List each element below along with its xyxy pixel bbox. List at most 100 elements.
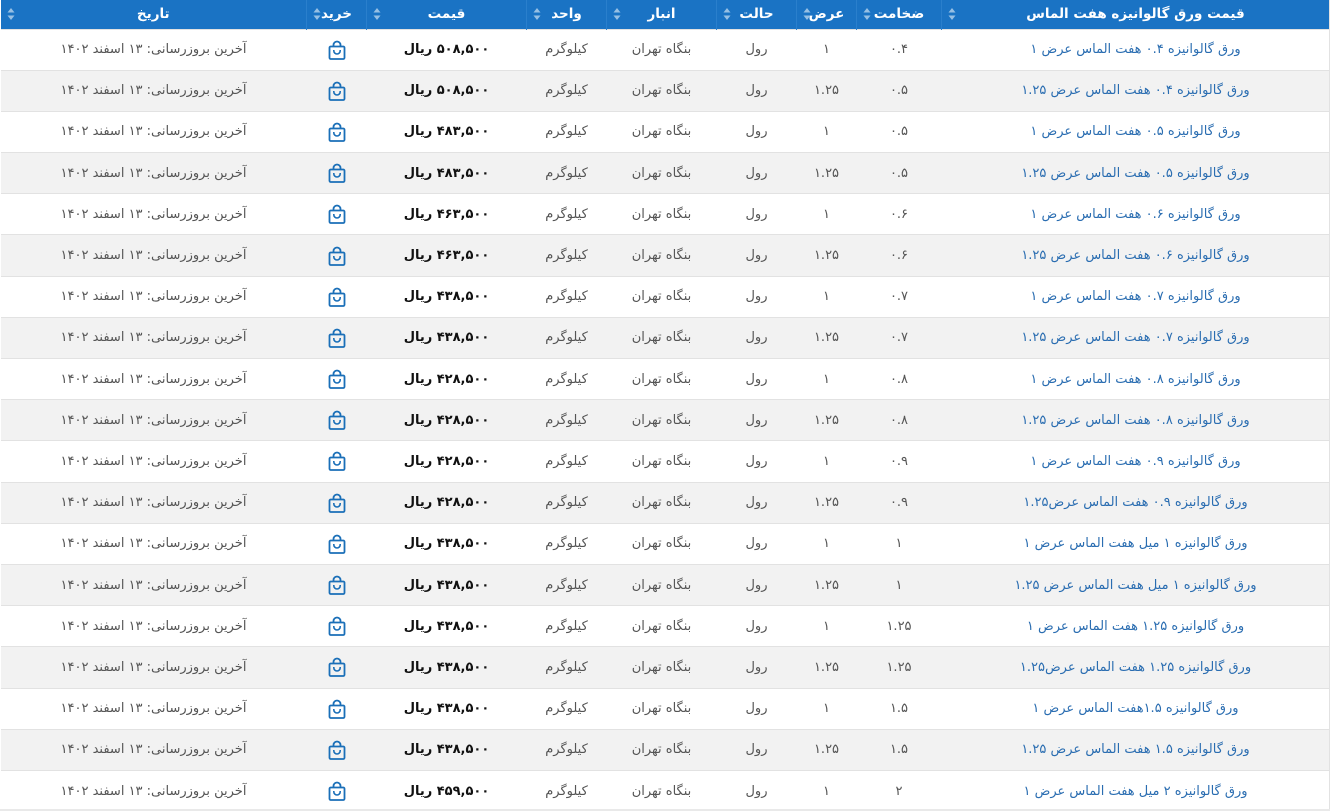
warehouse-cell: بنگاه تهران [607,194,717,235]
date-cell: آخرین بروزرسانی: ۱۳ اسفند ۱۴۰۲ [1,153,307,194]
warehouse-cell: بنگاه تهران [607,359,717,400]
shopping-bag-icon[interactable] [328,451,346,471]
date-cell: آخرین بروزرسانی: ۱۳ اسفند ۱۴۰۲ [1,29,307,70]
width-cell: ۱ [797,770,857,811]
header-warehouse[interactable]: انبار [607,0,717,29]
warehouse-cell: بنگاه تهران [607,770,717,811]
buy-cell [307,359,367,400]
header-price[interactable]: قیمت [367,0,527,29]
table-row: ورق گالوانیزه ۰.۶ هفت الماس عرض ۱۰.۶۱رول… [1,194,1330,235]
product-title-link[interactable]: ورق گالوانیزه ۱ میل هفت الماس عرض ۱ [942,523,1330,564]
shopping-bag-icon[interactable] [328,204,346,224]
buy-cell [307,70,367,111]
header-unit-label: واحد [551,6,582,22]
product-title-link[interactable]: ورق گالوانیزه ۰.۴ هفت الماس عرض ۱ [942,29,1330,70]
product-title-link[interactable]: ورق گالوانیزه ۰.۹ هفت الماس عرض۱.۲۵ [942,482,1330,523]
state-cell: رول [717,194,797,235]
product-title-link[interactable]: ورق گالوانیزه ۱.۲۵ هفت الماس عرض ۱ [942,606,1330,647]
product-title-link[interactable]: ورق گالوانیزه ۰.۸ هفت الماس عرض ۱.۲۵ [942,400,1330,441]
thickness-cell: ۰.۷ [857,317,942,358]
product-title-link[interactable]: ورق گالوانیزه ۱.۵ هفت الماس عرض ۱.۲۵ [942,729,1330,770]
thickness-cell: ۰.۶ [857,235,942,276]
sort-arrows-icon[interactable] [373,7,381,21]
product-title-link[interactable]: ورق گالوانیزه ۰.۷ هفت الماس عرض ۱.۲۵ [942,317,1330,358]
header-unit[interactable]: واحد [527,0,607,29]
sort-arrows-icon[interactable] [533,7,541,21]
sort-arrows-icon[interactable] [948,7,956,21]
product-title-link[interactable]: ورق گالوانیزه ۰.۹ هفت الماس عرض ۱ [942,441,1330,482]
sort-arrows-icon[interactable] [863,7,871,21]
shopping-bag-icon[interactable] [328,740,346,760]
product-title-link[interactable]: ورق گالوانیزه ۰.۷ هفت الماس عرض ۱ [942,276,1330,317]
buy-cell [307,647,367,688]
header-buy[interactable]: خرید [307,0,367,29]
shopping-bag-icon[interactable] [328,287,346,307]
unit-cell: کیلوگرم [527,317,607,358]
warehouse-cell: بنگاه تهران [607,317,717,358]
shopping-bag-icon[interactable] [328,781,346,801]
shopping-bag-icon[interactable] [328,493,346,513]
thickness-cell: ۱.۵ [857,688,942,729]
shopping-bag-icon[interactable] [328,616,346,636]
shopping-bag-icon[interactable] [328,699,346,719]
product-title-link[interactable]: ورق گالوانیزه ۱.۵هفت الماس عرض ۱ [942,688,1330,729]
header-title[interactable]: قیمت ورق گالوانیزه هفت الماس [942,0,1330,29]
product-title-link[interactable]: ورق گالوانیزه ۰.۵ هفت الماس عرض ۱.۲۵ [942,153,1330,194]
width-cell: ۱.۲۵ [797,317,857,358]
state-cell: رول [717,523,797,564]
shopping-bag-icon[interactable] [328,534,346,554]
shopping-bag-icon[interactable] [328,122,346,142]
date-cell: آخرین بروزرسانی: ۱۳ اسفند ۱۴۰۲ [1,688,307,729]
shopping-bag-icon[interactable] [328,575,346,595]
warehouse-cell: بنگاه تهران [607,70,717,111]
price-cell: ۴۳۸,۵۰۰ ریال [367,523,527,564]
thickness-cell: ۱ [857,523,942,564]
shopping-bag-icon[interactable] [328,40,346,60]
header-width[interactable]: عرض [797,0,857,29]
product-title-link[interactable]: ورق گالوانیزه ۱ میل هفت الماس عرض ۱.۲۵ [942,564,1330,605]
buy-cell [307,441,367,482]
product-title-link[interactable]: ورق گالوانیزه ۰.۶ هفت الماس عرض ۱.۲۵ [942,235,1330,276]
buy-cell [307,111,367,152]
product-title-link[interactable]: ورق گالوانیزه ۰.۵ هفت الماس عرض ۱ [942,111,1330,152]
product-title-link[interactable]: ورق گالوانیزه ۰.۸ هفت الماس عرض ۱ [942,359,1330,400]
sort-arrows-icon[interactable] [7,7,15,21]
price-cell: ۴۸۳,۵۰۰ ریال [367,111,527,152]
width-cell: ۱ [797,359,857,400]
header-date[interactable]: تاریخ [1,0,307,29]
product-title-link[interactable]: ورق گالوانیزه ۰.۴ هفت الماس عرض ۱.۲۵ [942,70,1330,111]
date-cell: آخرین بروزرسانی: ۱۳ اسفند ۱۴۰۲ [1,235,307,276]
buy-cell [307,317,367,358]
sort-arrows-icon[interactable] [803,7,811,21]
product-title-link[interactable]: ورق گالوانیزه ۰.۶ هفت الماس عرض ۱ [942,194,1330,235]
warehouse-cell: بنگاه تهران [607,276,717,317]
table-row: ورق گالوانیزه ۰.۸ هفت الماس عرض ۱.۲۵۰.۸۱… [1,400,1330,441]
thickness-cell: ۱ [857,564,942,605]
shopping-bag-icon[interactable] [328,328,346,348]
table-row: ورق گالوانیزه ۱.۵هفت الماس عرض ۱۱.۵۱رولب… [1,688,1330,729]
table-body: ورق گالوانیزه ۰.۴ هفت الماس عرض ۱۰.۴۱رول… [1,29,1330,812]
price-cell: ۴۸۳,۵۰۰ ریال [367,153,527,194]
header-state[interactable]: حالت [717,0,797,29]
shopping-bag-icon[interactable] [328,81,346,101]
state-cell: رول [717,606,797,647]
unit-cell: کیلوگرم [527,441,607,482]
shopping-bag-icon[interactable] [328,410,346,430]
header-thickness[interactable]: ضخامت [857,0,942,29]
product-title-link[interactable]: ورق گالوانیزه ۲ میل هفت الماس عرض ۱ [942,770,1330,811]
unit-cell: کیلوگرم [527,153,607,194]
product-title-link[interactable]: ورق گالوانیزه ۱.۲۵ هفت الماس عرض۱.۲۵ [942,647,1330,688]
shopping-bag-icon[interactable] [328,369,346,389]
sort-arrows-icon[interactable] [723,7,731,21]
shopping-bag-icon[interactable] [328,657,346,677]
width-cell: ۱.۲۵ [797,235,857,276]
width-cell: ۱ [797,441,857,482]
sort-arrows-icon[interactable] [313,7,321,21]
shopping-bag-icon[interactable] [328,246,346,266]
date-cell: آخرین بروزرسانی: ۱۳ اسفند ۱۴۰۲ [1,400,307,441]
price-cell: ۴۵۹,۵۰۰ ریال [367,770,527,811]
price-cell: ۴۳۸,۵۰۰ ریال [367,729,527,770]
width-cell: ۱ [797,111,857,152]
sort-arrows-icon[interactable] [613,7,621,21]
shopping-bag-icon[interactable] [328,163,346,183]
